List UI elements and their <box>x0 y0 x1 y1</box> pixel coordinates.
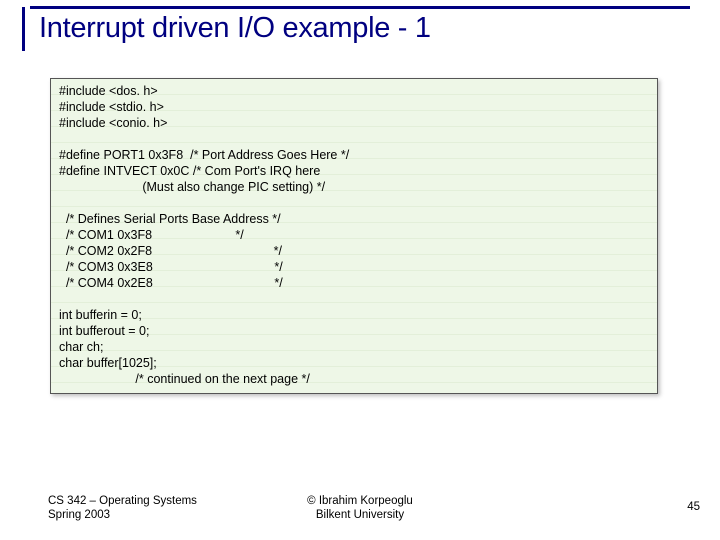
code-box: #include <dos. h> #include <stdio. h> #i… <box>50 78 658 394</box>
footer-university: Bilkent University <box>316 509 404 521</box>
footer: CS 342 – Operating Systems Spring 2003 ©… <box>0 494 720 526</box>
page-number: 45 <box>687 501 700 513</box>
footer-center: © Ibrahim Korpeoglu Bilkent University <box>0 494 720 522</box>
code-content: #include <dos. h> #include <stdio. h> #i… <box>59 83 649 387</box>
footer-copyright: © Ibrahim Korpeoglu <box>307 495 413 507</box>
title-block: Interrupt driven I/O example - 1 <box>22 6 698 51</box>
slide-title: Interrupt driven I/O example - 1 <box>22 7 698 51</box>
slide: Interrupt driven I/O example - 1 #includ… <box>0 0 720 540</box>
